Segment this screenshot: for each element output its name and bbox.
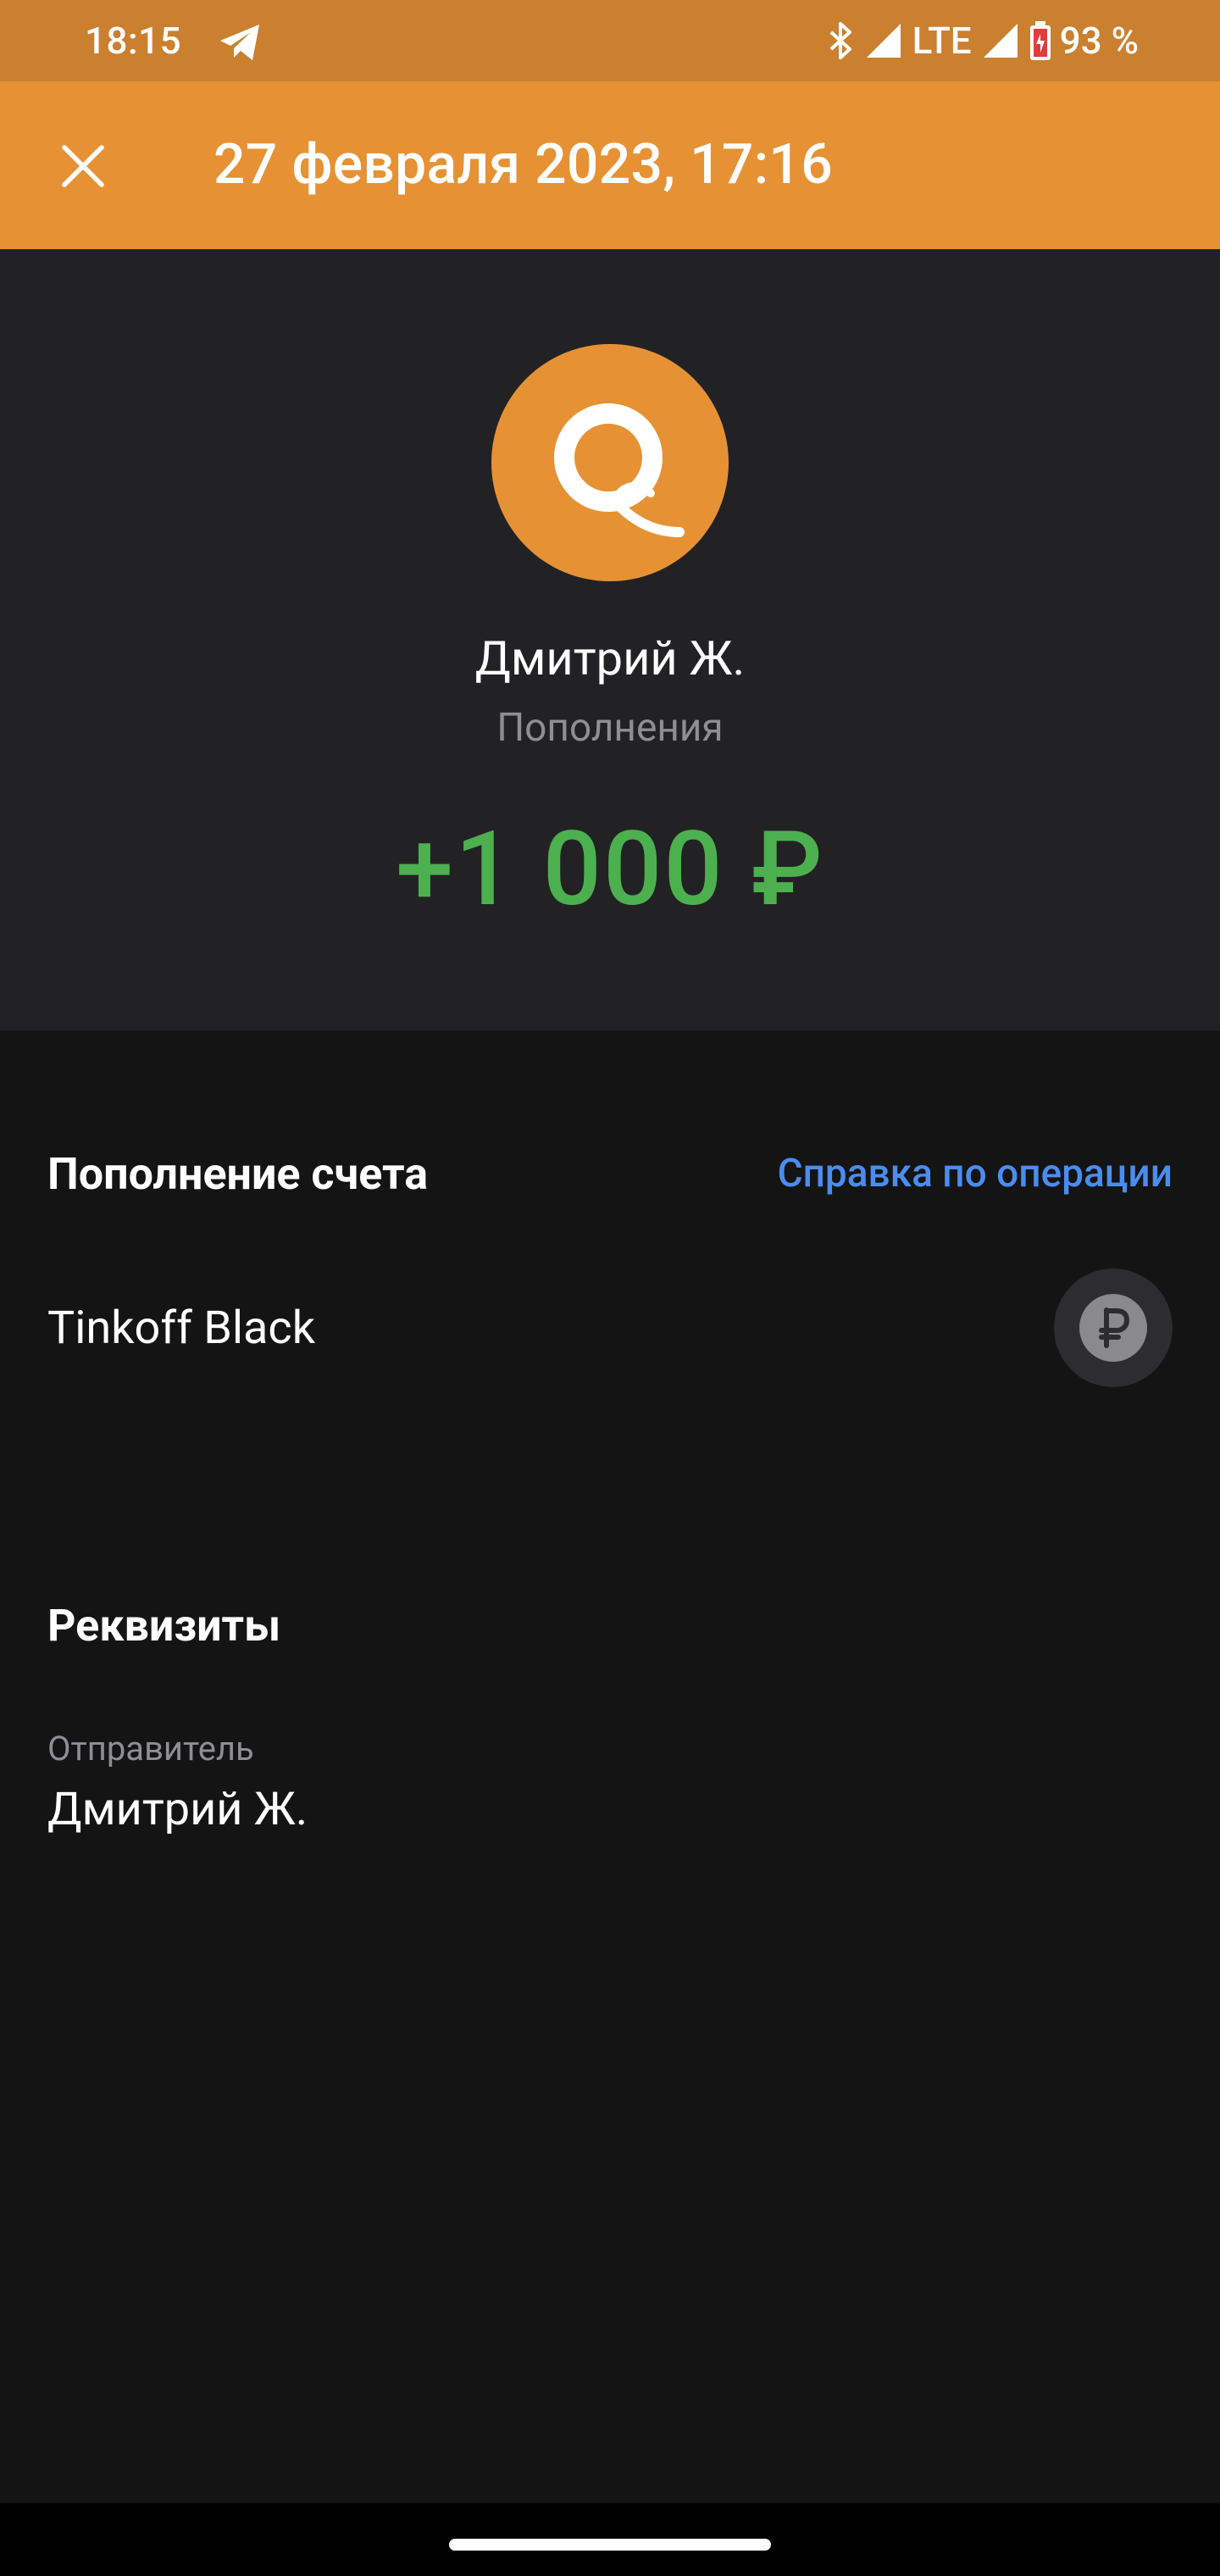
bluetooth-icon xyxy=(829,22,851,59)
operation-header: Дмитрий Ж. Пополнения +1 000 ₽ xyxy=(0,249,1220,1030)
signal-icon-2 xyxy=(983,24,1018,58)
battery-percent: 93 % xyxy=(1059,19,1139,63)
status-time: 18:15 xyxy=(85,19,182,63)
page-title: 27 февраля 2023, 17:16 xyxy=(214,132,834,197)
close-icon[interactable] xyxy=(59,142,107,190)
app-bar: 27 февраля 2023, 17:16 xyxy=(0,81,1220,249)
signal-icon xyxy=(866,24,901,58)
battery-icon xyxy=(1029,21,1051,60)
ruble-icon xyxy=(1079,1294,1147,1362)
operation-type-title: Пополнение счета xyxy=(47,1148,429,1200)
sender-value: Дмитрий Ж. xyxy=(47,1783,308,1836)
status-icons: LTE 93 % xyxy=(826,15,1139,66)
ruble-account-icon[interactable] xyxy=(1054,1269,1173,1387)
operation-category: Пополнения xyxy=(496,705,724,751)
telegram-icon xyxy=(220,25,259,60)
requisites-title: Реквизиты xyxy=(47,1600,281,1652)
operation-amount: +1 000 ₽ xyxy=(396,808,824,930)
counterparty-name: Дмитрий Ж. xyxy=(474,630,746,686)
avatar xyxy=(491,344,729,581)
system-nav-bar xyxy=(0,2503,1220,2576)
operation-help-link[interactable]: Справка по операции xyxy=(778,1151,1173,1196)
network-type: LTE xyxy=(912,19,972,63)
status-bar: 18:15 LTE 93 % xyxy=(0,0,1220,81)
home-gesture-handle[interactable] xyxy=(449,2539,771,2551)
account-name[interactable]: Tinkoff Black xyxy=(47,1302,315,1355)
qiwi-logo-icon xyxy=(554,403,685,537)
sender-label: Отправитель xyxy=(47,1729,254,1768)
